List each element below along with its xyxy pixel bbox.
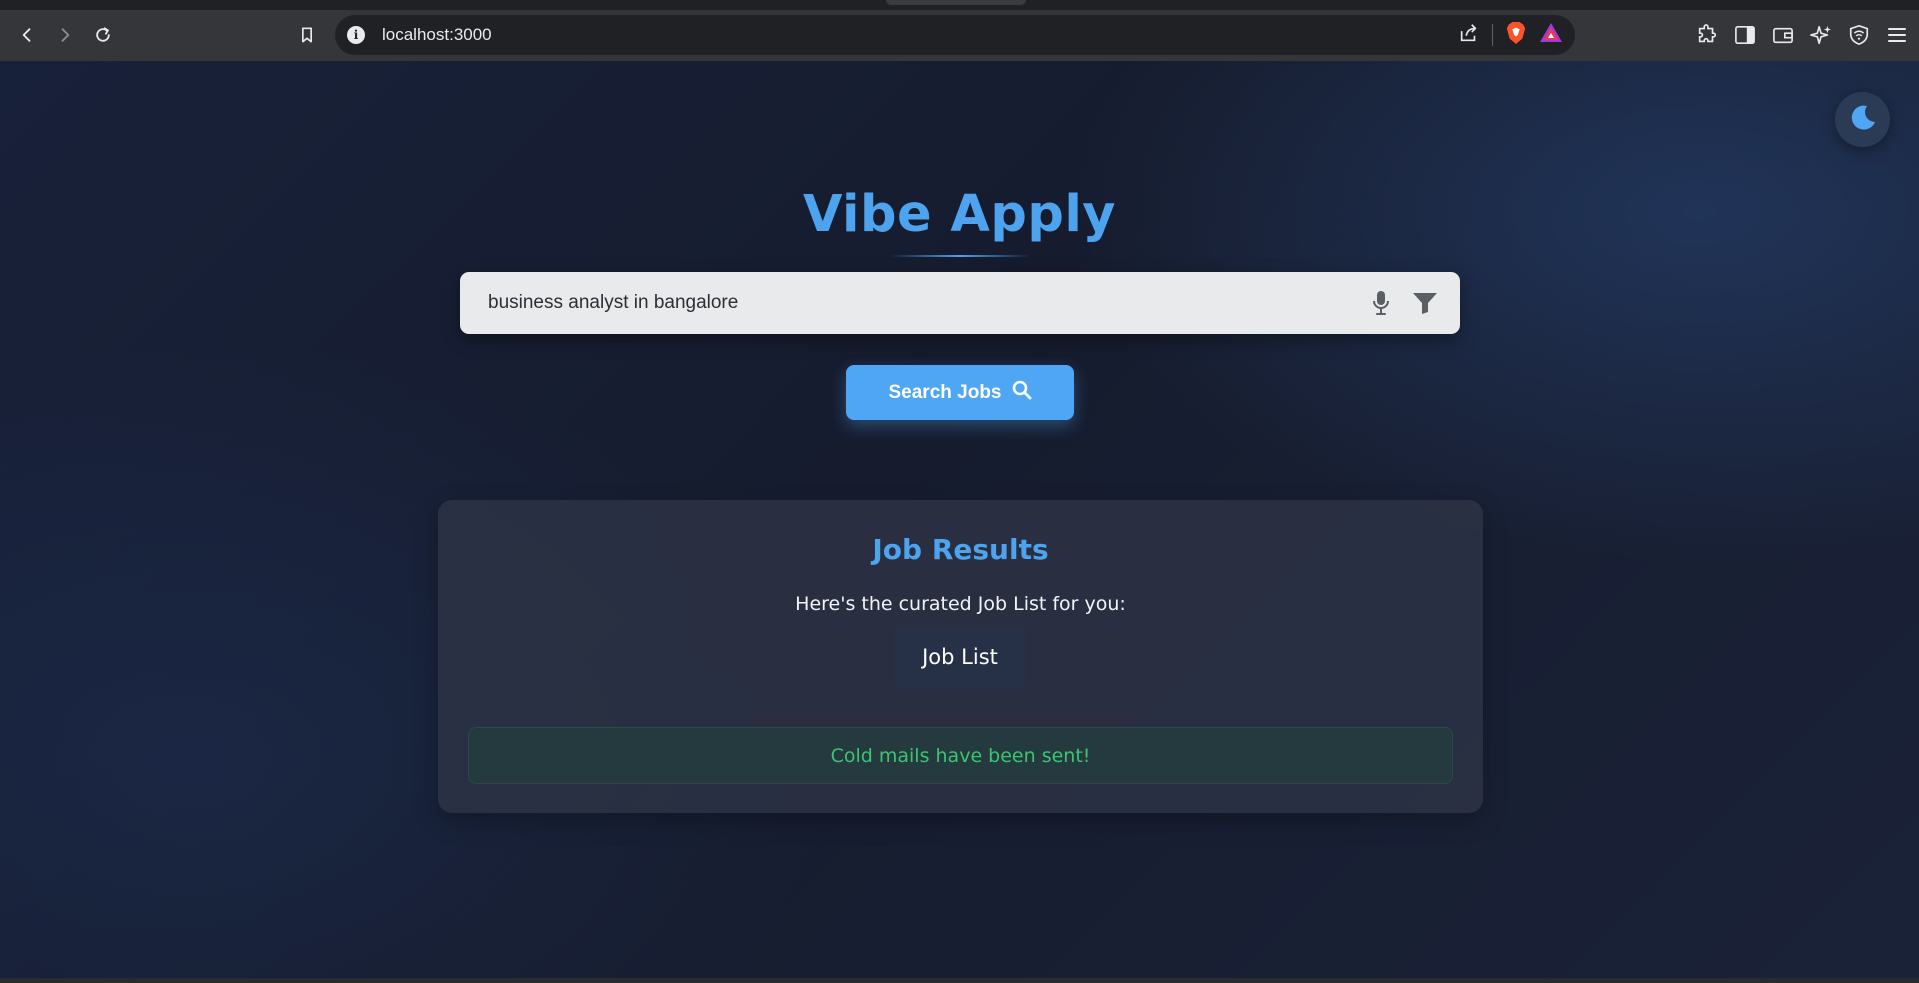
search-button-label: Search Jobs — [888, 381, 1002, 403]
microphone-icon[interactable] — [1368, 289, 1394, 317]
brave-shield-icon[interactable] — [1505, 21, 1527, 49]
reload-icon[interactable] — [88, 20, 118, 50]
brave-rewards-icon[interactable] — [1539, 22, 1563, 48]
leo-ai-icon[interactable] — [1809, 23, 1833, 47]
title-underline — [890, 255, 1030, 257]
filter-icon[interactable] — [1410, 288, 1440, 318]
browser-toolbar: i localhost:3000 — [0, 10, 1919, 61]
search-icon — [1012, 380, 1032, 406]
theme-toggle-button[interactable] — [1835, 92, 1890, 147]
results-subtitle: Here's the curated Job List for you: — [795, 593, 1126, 615]
wallet-icon[interactable] — [1771, 23, 1795, 47]
bookmark-icon[interactable] — [292, 20, 322, 50]
url-text[interactable]: localhost:3000 — [382, 25, 492, 45]
search-jobs-button[interactable]: Search Jobs — [846, 365, 1074, 420]
sidebar-icon[interactable] — [1733, 23, 1757, 47]
menu-icon[interactable] — [1885, 23, 1909, 47]
job-results-card: Job Results Here's the curated Job List … — [438, 500, 1483, 813]
moon-icon — [1848, 103, 1878, 137]
info-icon[interactable]: i — [347, 26, 365, 44]
forward-icon[interactable] — [50, 20, 80, 50]
app-title: Vibe Apply — [802, 185, 1117, 244]
browser-tab-strip — [0, 0, 1919, 10]
cold-mail-status-banner: Cold mails have been sent! — [468, 727, 1453, 784]
share-icon[interactable] — [1458, 22, 1480, 48]
active-tab-indicator[interactable] — [886, 0, 1026, 5]
bottom-edge — [0, 978, 1919, 983]
vpn-icon[interactable] — [1847, 23, 1871, 47]
extensions-icon[interactable] — [1695, 23, 1719, 47]
results-heading: Job Results — [872, 533, 1049, 566]
search-bar — [460, 272, 1460, 334]
job-list-button[interactable]: Job List — [894, 627, 1026, 687]
url-divider — [1492, 24, 1493, 46]
search-input[interactable] — [488, 272, 1368, 334]
address-bar[interactable]: i localhost:3000 — [335, 15, 1575, 55]
back-icon[interactable] — [12, 20, 42, 50]
status-message: Cold mails have been sent! — [830, 744, 1091, 767]
